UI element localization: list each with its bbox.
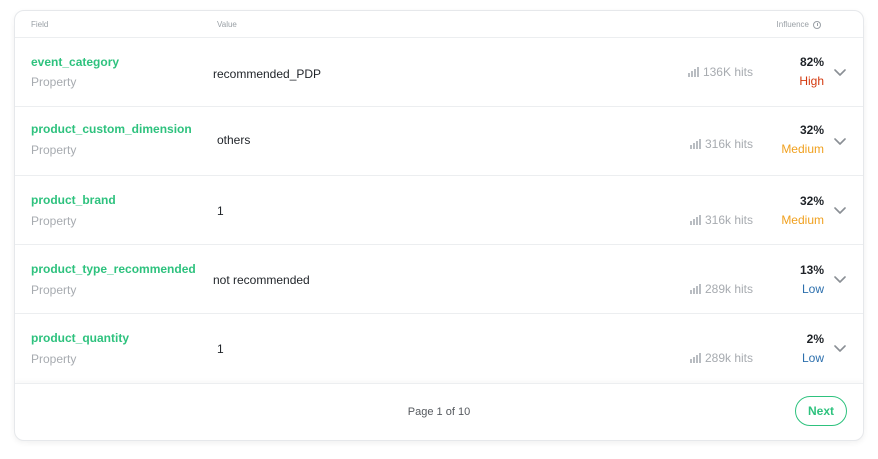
- chevron-down-icon[interactable]: [834, 66, 846, 78]
- field-name: event_category: [31, 55, 120, 69]
- bar-chart-icon: [687, 67, 699, 77]
- pagination-label: Page 1 of 10: [407, 406, 471, 418]
- field-value: others: [217, 133, 251, 147]
- table-row[interactable]: product_custom_dimension Property others…: [15, 107, 863, 176]
- field-type: Property: [31, 75, 77, 89]
- hits-label: 316k hits: [704, 213, 753, 227]
- field-type: Property: [31, 283, 77, 297]
- field-type: Property: [31, 143, 77, 157]
- influence-level: Low: [801, 351, 824, 365]
- chevron-down-icon[interactable]: [834, 342, 846, 354]
- header-value: Value: [217, 20, 237, 29]
- influence-percent: 82%: [799, 55, 824, 69]
- hits-count: 316k hits: [689, 213, 753, 227]
- table-row[interactable]: product_type_recommended Property not re…: [15, 245, 863, 314]
- table-row[interactable]: event_category Property recommended_PDP …: [15, 38, 863, 107]
- table-body: event_category Property recommended_PDP …: [15, 38, 863, 383]
- bar-chart-icon: [689, 215, 701, 225]
- next-button[interactable]: Next: [795, 396, 847, 426]
- field-value: 1: [217, 204, 224, 218]
- table-row[interactable]: product_brand Property 1 316k hits 32% M…: [15, 176, 863, 245]
- field-value: recommended_PDP: [213, 67, 322, 81]
- hits-label: 316k hits: [704, 137, 753, 151]
- hits-label: 136K hits: [702, 65, 753, 79]
- chevron-down-icon[interactable]: [834, 135, 846, 147]
- bar-chart-icon: [689, 284, 701, 294]
- hits-count: 136K hits: [687, 65, 753, 79]
- influence-level: Medium: [781, 142, 824, 156]
- hits-count: 316k hits: [689, 137, 753, 151]
- field-name: product_quantity: [31, 331, 129, 345]
- bar-chart-icon: [689, 139, 701, 149]
- header-influence-label: Influence: [776, 20, 809, 29]
- influence-table-card: Field Value Influence event_category Pro…: [14, 10, 864, 441]
- hits-label: 289k hits: [704, 351, 753, 365]
- influence-percent: 13%: [799, 263, 824, 277]
- field-name: product_brand: [31, 193, 116, 207]
- field-name: product_type_recommended: [31, 262, 196, 276]
- field-type: Property: [31, 214, 77, 228]
- hits-count: 289k hits: [689, 282, 753, 296]
- info-icon[interactable]: [813, 20, 821, 29]
- influence-level: Medium: [781, 213, 824, 227]
- hits-count: 289k hits: [689, 351, 753, 365]
- influence-percent: 2%: [806, 332, 824, 346]
- influence-level: Low: [801, 282, 824, 296]
- table-footer: Page 1 of 10 Next: [15, 383, 863, 440]
- table-row[interactable]: product_quantity Property 1 289k hits 2%…: [15, 314, 863, 383]
- hits-label: 289k hits: [704, 282, 753, 296]
- header-influence: Influence: [777, 20, 821, 29]
- influence-level: High: [799, 74, 824, 88]
- field-value: 1: [217, 342, 224, 356]
- field-value: not recommended: [213, 273, 310, 287]
- header-field: Field: [31, 20, 49, 29]
- table-header: Field Value Influence: [15, 11, 863, 38]
- influence-percent: 32%: [799, 123, 824, 137]
- field-type: Property: [31, 352, 77, 366]
- chevron-down-icon[interactable]: [834, 273, 846, 285]
- field-name: product_custom_dimension: [31, 122, 192, 136]
- chevron-down-icon[interactable]: [834, 204, 846, 216]
- influence-percent: 32%: [799, 194, 824, 208]
- bar-chart-icon: [689, 353, 701, 363]
